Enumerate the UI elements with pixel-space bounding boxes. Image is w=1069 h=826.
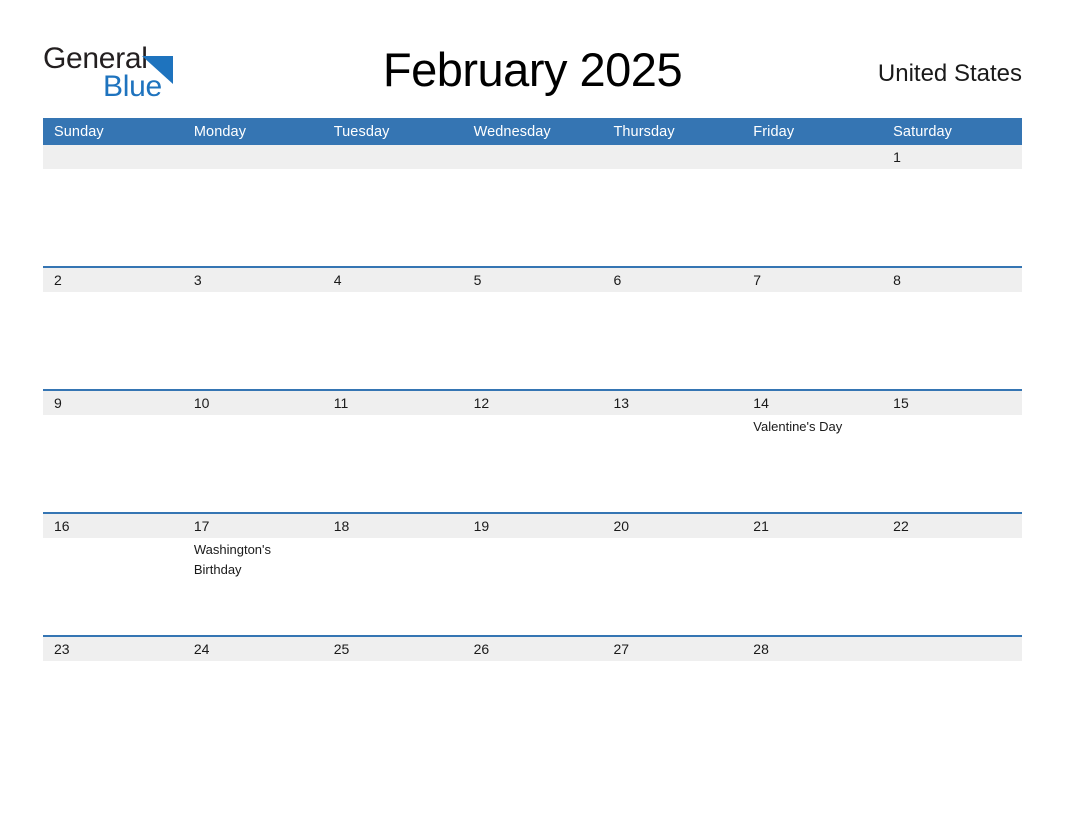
day-number[interactable]: 13 — [602, 391, 742, 415]
day-number[interactable] — [323, 145, 463, 169]
day-event — [43, 292, 183, 389]
week-row: 16 17 18 19 20 21 22 Washington's Birthd… — [43, 512, 1022, 635]
day-number[interactable]: 27 — [602, 637, 742, 661]
day-number[interactable]: 21 — [742, 514, 882, 538]
day-number[interactable]: 25 — [323, 637, 463, 661]
week-date-strip: 2 3 4 5 6 7 8 — [43, 268, 1022, 292]
day-number[interactable]: 5 — [463, 268, 603, 292]
week-row: 1 — [43, 145, 1022, 266]
day-number[interactable]: 11 — [323, 391, 463, 415]
day-event — [602, 538, 742, 635]
day-event — [183, 415, 323, 512]
day-event — [323, 538, 463, 635]
day-event — [463, 538, 603, 635]
calendar-page: General Blue February 2025 United States… — [0, 0, 1069, 826]
day-event — [323, 415, 463, 512]
day-number[interactable] — [882, 637, 1022, 661]
day-event — [602, 292, 742, 389]
day-number[interactable]: 28 — [742, 637, 882, 661]
day-number[interactable] — [183, 145, 323, 169]
week-row: 9 10 11 12 13 14 15 Valentine's Day — [43, 389, 1022, 512]
week-date-strip: 1 — [43, 145, 1022, 169]
weekday-header-row: Sunday Monday Tuesday Wednesday Thursday… — [43, 118, 1022, 145]
day-number[interactable]: 14 — [742, 391, 882, 415]
day-event — [882, 661, 1022, 758]
day-number[interactable]: 2 — [43, 268, 183, 292]
week-event-strip — [43, 661, 1022, 758]
week-row: 23 24 25 26 27 28 — [43, 635, 1022, 758]
week-row: 2 3 4 5 6 7 8 — [43, 266, 1022, 389]
day-event — [43, 415, 183, 512]
day-event-washingtons-birthday: Washington's Birthday — [193, 542, 272, 577]
weekday-header-thursday: Thursday — [613, 123, 675, 140]
day-number[interactable]: 12 — [463, 391, 603, 415]
country-label: United States — [877, 60, 1022, 87]
day-event — [183, 292, 323, 389]
weekday-header-saturday: Saturday — [893, 123, 952, 140]
day-number[interactable]: 24 — [183, 637, 323, 661]
day-event — [882, 538, 1022, 635]
calendar-grid: Sunday Monday Tuesday Wednesday Thursday… — [43, 118, 1022, 758]
day-event — [742, 169, 882, 266]
day-event — [742, 292, 882, 389]
day-number[interactable]: 8 — [882, 268, 1022, 292]
weekday-header-friday: Friday — [753, 123, 795, 140]
day-number[interactable]: 26 — [463, 637, 603, 661]
day-event — [463, 661, 603, 758]
day-event — [323, 292, 463, 389]
day-number[interactable]: 17 — [183, 514, 323, 538]
day-number[interactable] — [602, 145, 742, 169]
weekday-header-wednesday: Wednesday — [473, 123, 551, 140]
day-number[interactable]: 23 — [43, 637, 183, 661]
day-number[interactable] — [742, 145, 882, 169]
weekday-header-sunday: Sunday — [54, 123, 104, 140]
day-event — [43, 661, 183, 758]
week-event-strip: Valentine's Day — [43, 415, 1022, 512]
weekday-header-monday: Monday — [193, 123, 247, 140]
day-event — [43, 538, 183, 635]
day-number[interactable] — [43, 145, 183, 169]
day-event — [323, 169, 463, 266]
day-number[interactable]: 16 — [43, 514, 183, 538]
week-date-strip: 9 10 11 12 13 14 15 — [43, 391, 1022, 415]
day-event — [882, 415, 1022, 512]
day-event — [882, 292, 1022, 389]
day-number[interactable]: 19 — [463, 514, 603, 538]
day-event — [602, 661, 742, 758]
day-number[interactable]: 6 — [602, 268, 742, 292]
page-title: February 2025 — [382, 43, 683, 96]
day-event — [183, 169, 323, 266]
day-event — [183, 661, 323, 758]
day-number[interactable]: 18 — [323, 514, 463, 538]
day-number[interactable]: 22 — [882, 514, 1022, 538]
page-header: General Blue February 2025 United States — [43, 42, 1022, 104]
week-event-strip — [43, 169, 1022, 266]
day-event-valentines-day: Valentine's Day — [753, 419, 843, 434]
day-event — [43, 169, 183, 266]
day-event — [463, 169, 603, 266]
week-date-strip: 23 24 25 26 27 28 — [43, 637, 1022, 661]
day-number[interactable]: 9 — [43, 391, 183, 415]
week-event-strip — [43, 292, 1022, 389]
day-number[interactable]: 3 — [183, 268, 323, 292]
day-number[interactable]: 10 — [183, 391, 323, 415]
day-event — [463, 415, 603, 512]
day-event — [742, 538, 882, 635]
day-event — [602, 415, 742, 512]
day-event — [463, 292, 603, 389]
day-number[interactable]: 1 — [882, 145, 1022, 169]
day-event — [742, 661, 882, 758]
day-number[interactable]: 4 — [323, 268, 463, 292]
day-number[interactable]: 15 — [882, 391, 1022, 415]
day-number[interactable] — [463, 145, 603, 169]
day-event — [323, 661, 463, 758]
day-number[interactable]: 20 — [602, 514, 742, 538]
day-event — [602, 169, 742, 266]
week-event-strip: Washington's Birthday — [43, 538, 1022, 635]
day-event — [882, 169, 1022, 266]
week-date-strip: 16 17 18 19 20 21 22 — [43, 514, 1022, 538]
weekday-header-tuesday: Tuesday — [333, 123, 390, 140]
day-number[interactable]: 7 — [742, 268, 882, 292]
